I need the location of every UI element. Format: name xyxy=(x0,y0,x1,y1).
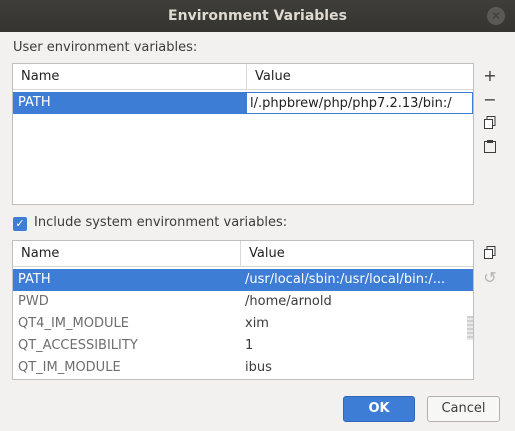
user-env-table: Name Value PATH xyxy=(12,63,474,205)
system-row-value: 1 xyxy=(245,338,254,353)
table-row[interactable]: PATH /usr/local/sbin:/usr/local/bin:/... xyxy=(13,269,473,291)
minus-icon[interactable]: − xyxy=(480,88,500,112)
system-row-value: /usr/local/sbin:/usr/local/bin:/... xyxy=(245,272,446,287)
plus-icon[interactable]: + xyxy=(480,64,500,88)
user-row-value-editor[interactable] xyxy=(246,92,473,114)
cancel-button[interactable]: Cancel xyxy=(427,396,500,422)
system-env-table: Name Value PATH /usr/local/sbin:/usr/loc… xyxy=(12,240,474,380)
system-col-name[interactable]: Name xyxy=(13,241,240,266)
system-table-header: Name Value xyxy=(13,241,473,267)
system-row-name: QT4_IM_MODULE xyxy=(18,316,129,331)
include-system-checkbox[interactable]: ✓ xyxy=(13,217,27,231)
paste-icon[interactable] xyxy=(480,136,500,160)
system-row-name: QT_IM_MODULE xyxy=(18,360,121,375)
system-row-value: xim xyxy=(245,316,269,331)
title-bar: Environment Variables ✕ xyxy=(0,0,515,32)
system-row-name: PATH xyxy=(18,272,51,287)
window-title: Environment Variables xyxy=(168,8,347,24)
table-row[interactable]: QT_IM_MODULE ibus xyxy=(13,357,473,379)
system-row-name: PWD xyxy=(18,294,49,309)
include-system-label[interactable]: Include system environment variables: xyxy=(34,215,287,230)
table-row[interactable]: PWD /home/arnold xyxy=(13,291,473,313)
user-row-name[interactable]: PATH xyxy=(13,92,246,114)
scrollbar-thumb[interactable] xyxy=(467,316,473,340)
user-col-name[interactable]: Name xyxy=(13,64,246,89)
undo-icon[interactable]: ↺ xyxy=(480,266,500,290)
ok-button[interactable]: OK xyxy=(343,396,415,422)
system-row-value: ibus xyxy=(245,360,272,375)
system-row-value: /home/arnold xyxy=(245,294,332,309)
system-row-name: QT_ACCESSIBILITY xyxy=(18,338,138,353)
user-section-label: User environment variables: xyxy=(13,40,198,55)
user-col-value[interactable]: Value xyxy=(246,64,473,89)
user-tools: + − xyxy=(480,64,500,160)
system-tools: ↺ xyxy=(480,242,500,290)
user-table-row[interactable]: PATH xyxy=(13,92,473,114)
copy-icon[interactable] xyxy=(480,112,500,136)
user-table-header: Name Value xyxy=(13,64,473,90)
user-value-input[interactable] xyxy=(246,92,473,114)
copy-icon[interactable] xyxy=(480,242,500,266)
table-row[interactable]: QT_ACCESSIBILITY 1 xyxy=(13,335,473,357)
system-col-value[interactable]: Value xyxy=(240,241,473,266)
table-row[interactable]: QT4_IM_MODULE xim xyxy=(13,313,473,335)
close-icon[interactable]: ✕ xyxy=(487,7,505,25)
